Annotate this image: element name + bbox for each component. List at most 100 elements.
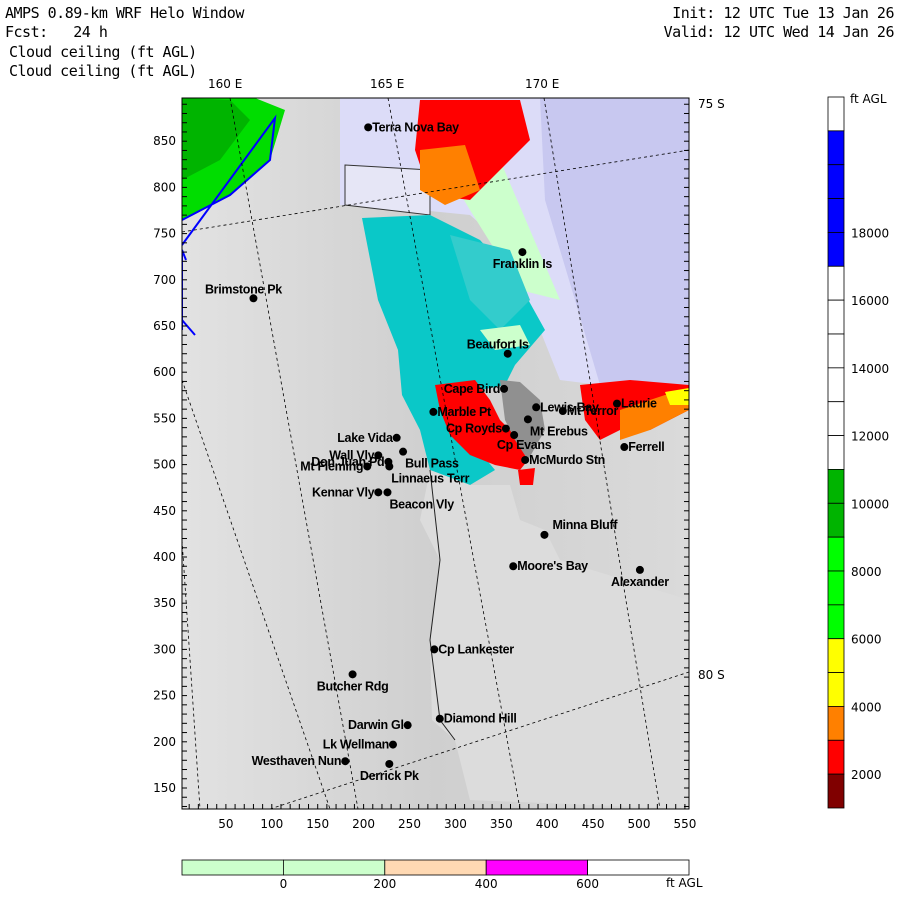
colorbar-label: 2000 — [851, 768, 882, 782]
station-label: Darwin Gl — [348, 718, 404, 732]
colorbar-segment — [827, 333, 845, 369]
station-marker — [348, 670, 357, 679]
lat-label-80: 80 S — [698, 668, 725, 682]
station-marker — [403, 721, 412, 730]
terrain-colorbar-segment — [181, 859, 284, 876]
terrain-colorbar-segment — [282, 859, 386, 876]
station-marker — [635, 565, 644, 574]
x-tick-label: 150 — [306, 817, 329, 831]
x-tick-label: 250 — [398, 817, 421, 831]
x-tick-label: 350 — [490, 817, 513, 831]
y-tick-label: 600 — [153, 365, 176, 379]
station-label: Beaufort Is — [467, 338, 529, 352]
terrain-colorbar-segment — [384, 859, 487, 876]
colorbar-segment — [827, 265, 845, 301]
colorbar-label: 18000 — [851, 226, 889, 240]
ceiling-map: 50 100 150 200 250 300 350 400 450 500 550 150 200 25… — [153, 96, 889, 891]
station-label: McMurdo Stn — [529, 453, 605, 467]
station-label: Bull Pass — [405, 457, 459, 471]
colorbar-segment — [827, 672, 845, 707]
x-tick-label: 300 — [444, 817, 467, 831]
station-label: Minna Bluff — [552, 518, 618, 532]
station-marker — [364, 123, 373, 132]
station-marker — [540, 530, 549, 539]
terrain-colorbar: 0 200 400 600 — [181, 859, 690, 891]
station-label: Kennar Vly — [312, 485, 375, 499]
station-marker — [430, 645, 439, 654]
station-label: Mt Fleming — [300, 459, 363, 473]
station-label: Lk Wellman — [323, 738, 389, 752]
colorbar-unit: ft AGL — [850, 92, 887, 106]
station-marker — [388, 740, 397, 749]
station-marker — [383, 488, 392, 497]
lon-label-160: 160 E — [208, 77, 243, 91]
station-label: Franklin Is — [493, 257, 553, 271]
station-label: Linnaeus Terr — [391, 471, 469, 485]
station-label: Laurie — [621, 397, 657, 411]
colorbar-segment — [827, 739, 845, 775]
colorbar-label: 8000 — [851, 565, 882, 579]
station-label: Butcher Rdg — [317, 679, 389, 693]
colorbar-segment — [827, 299, 845, 335]
x-tick-label: 550 — [673, 817, 696, 831]
station-marker — [612, 399, 621, 408]
colorbar-label: 6000 — [851, 633, 882, 647]
colorbar-label: 12000 — [851, 430, 889, 444]
colorbar-segment — [827, 198, 845, 233]
y-tick-label: 800 — [153, 180, 176, 194]
y-tick-label: 700 — [153, 273, 176, 287]
station-label: Brimstone Pk — [205, 282, 282, 296]
station-label: Westhaven Nun — [252, 754, 342, 768]
y-tick-label: 650 — [153, 319, 176, 333]
y-tick-label: 850 — [153, 134, 176, 148]
y-tick-label: 450 — [153, 504, 176, 518]
station-marker — [392, 433, 401, 442]
y-tick-label: 250 — [153, 689, 176, 703]
colorbar-label: 4000 — [851, 700, 882, 714]
x-tick-label: 500 — [628, 817, 651, 831]
station-label: Diamond Hill — [444, 712, 517, 726]
colorbar-segment — [827, 367, 845, 403]
station-marker — [501, 424, 510, 433]
ceiling-colorbar: 18000 16000 14000 12000 10000 8000 6000 4000 200… — [827, 96, 889, 809]
colorbar-segment — [827, 401, 845, 436]
terrain-colorbar-label: 600 — [576, 877, 599, 891]
colorbar-segment — [827, 706, 845, 741]
station-label: Derrick Pk — [360, 769, 419, 783]
colorbar-segment — [827, 536, 845, 572]
station-marker — [435, 714, 444, 723]
colorbar-segment — [827, 469, 845, 504]
colorbar-segment — [827, 502, 845, 538]
station-marker — [500, 384, 509, 393]
colorbar-segment — [827, 773, 845, 809]
station-label: Ferrell — [628, 440, 664, 454]
colorbar-label: 10000 — [851, 497, 889, 511]
station-marker — [509, 562, 518, 571]
terrain-colorbar-segment — [485, 859, 589, 876]
colorbar-label: 14000 — [851, 362, 889, 376]
y-tick-label: 750 — [153, 227, 176, 241]
terrain-colorbar-label: 200 — [373, 877, 396, 891]
station-marker — [363, 462, 372, 471]
station-label: Beacon Vly — [389, 497, 454, 511]
lat-label-75: 75 S — [698, 97, 725, 111]
station-marker — [523, 415, 532, 424]
lon-label-170: 170 E — [525, 77, 560, 91]
x-tick-label: 450 — [582, 817, 605, 831]
terrain-colorbar-label: 400 — [475, 877, 498, 891]
y-tick-label: 150 — [153, 781, 176, 795]
terrain-colorbar-segment — [587, 859, 690, 876]
red-patch-south — [518, 468, 535, 485]
colorbar-segment — [827, 232, 845, 267]
station-marker — [374, 488, 383, 497]
station-label: Terra Nova Bay — [372, 120, 459, 134]
station-marker — [385, 462, 394, 471]
station-marker — [532, 403, 541, 412]
station-marker — [429, 407, 438, 416]
colorbar-segment — [827, 604, 845, 640]
station-marker — [341, 757, 350, 766]
station-marker — [399, 447, 408, 456]
colorbar-segment — [827, 638, 845, 673]
station-marker — [558, 407, 567, 416]
station-marker — [518, 248, 527, 257]
